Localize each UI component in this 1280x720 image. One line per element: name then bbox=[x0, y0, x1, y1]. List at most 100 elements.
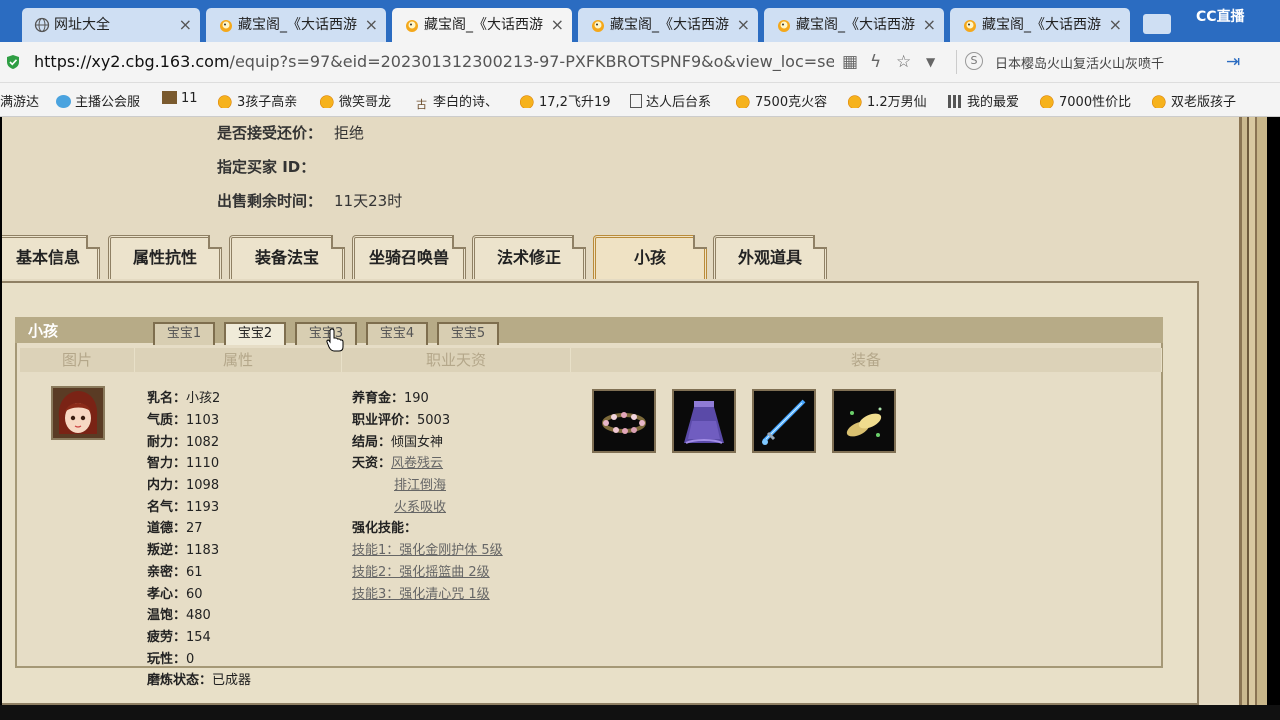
browser-tab-5[interactable]: 藏宝阁_《大话西游 × bbox=[764, 8, 944, 42]
bookmark-item[interactable]: 17,2飞升19 bbox=[520, 91, 611, 110]
attr-row: 内力：1098 bbox=[147, 474, 219, 493]
bookmark-item[interactable]: 达人后台系 bbox=[630, 91, 711, 110]
tab-title: 藏宝阁_《大话西游 bbox=[424, 17, 543, 33]
attr-key: 磨炼状态： bbox=[147, 673, 213, 688]
url-field[interactable]: https://xy2.cbg.163.com/equip?s=97&eid=2… bbox=[34, 52, 834, 71]
bookmark-item[interactable]: 7500克火容 bbox=[736, 91, 827, 110]
skill-link[interactable]: 技能1：强化金刚护体 5级 bbox=[352, 543, 503, 558]
skill-link[interactable]: 技能2：强化摇篮曲 2级 bbox=[352, 565, 490, 580]
cbg-chick-icon bbox=[964, 20, 976, 32]
attr-row: 智力：1110 bbox=[147, 452, 219, 471]
sub-tab-baby5[interactable]: 宝宝5 bbox=[437, 322, 499, 345]
counter-offer-row: 是否接受还价： 拒绝 bbox=[217, 122, 364, 143]
qr-code-icon[interactable]: ▦ bbox=[842, 52, 858, 72]
tab-mounts-pets[interactable]: 坐骑召唤兽 bbox=[352, 235, 466, 279]
cbg-chick-icon bbox=[848, 95, 863, 108]
bookmark-item[interactable]: 11 bbox=[162, 91, 198, 106]
cbg-chick-icon bbox=[778, 20, 790, 32]
search-box[interactable]: S 日本樱岛火山复活火山灰喷千 bbox=[956, 50, 1207, 74]
talent-link[interactable]: 风卷残云 bbox=[391, 456, 443, 471]
tab-close-icon[interactable]: × bbox=[923, 8, 936, 42]
attr-key: 气质： bbox=[147, 413, 187, 428]
equip-slot-flower-wreath[interactable] bbox=[592, 389, 656, 453]
tab-basic-info[interactable]: 基本信息 bbox=[2, 235, 100, 279]
bookmark-item[interactable]: 满游达 bbox=[0, 91, 39, 110]
flower-wreath-icon bbox=[602, 412, 646, 434]
bookmark-item[interactable]: 1.2万男仙 bbox=[848, 91, 927, 110]
shield-check-icon bbox=[7, 55, 19, 69]
attr-value: 0 bbox=[186, 652, 195, 667]
bottom-frame bbox=[0, 705, 1280, 720]
tab-close-icon[interactable]: × bbox=[365, 8, 378, 42]
tab-spell-mods[interactable]: 法术修正 bbox=[472, 235, 586, 279]
browser-tab-1[interactable]: 网址大全 × bbox=[22, 8, 200, 42]
tab-child[interactable]: 小孩 bbox=[593, 235, 707, 279]
chevron-down-icon[interactable]: ▼ bbox=[926, 55, 935, 69]
attr-value: 1082 bbox=[186, 435, 220, 450]
bookmark-item[interactable]: 3孩子高亲 bbox=[218, 91, 297, 110]
buyer-id-label: 指定买家 ID： bbox=[217, 158, 316, 176]
attr-key: 智力： bbox=[147, 456, 187, 471]
browser-tab-4[interactable]: 藏宝阁_《大话西游 × bbox=[578, 8, 758, 42]
tab-equipment[interactable]: 装备法宝 bbox=[229, 235, 345, 279]
bookmark-item[interactable]: 7000性价比 bbox=[1040, 91, 1131, 110]
tab-close-icon[interactable]: × bbox=[551, 8, 564, 42]
sub-tab-baby4[interactable]: 宝宝4 bbox=[366, 322, 428, 345]
attr-value: 1183 bbox=[186, 543, 220, 558]
tab-close-icon[interactable]: × bbox=[1109, 8, 1122, 42]
bookmark-item[interactable]: 主播公会服 bbox=[56, 91, 140, 110]
attr-row: 乳名：小孩2 bbox=[147, 387, 220, 406]
talent-link[interactable]: 火系吸收 bbox=[394, 500, 446, 515]
browser-tab-3-active[interactable]: 藏宝阁_《大话西游 × bbox=[392, 8, 572, 42]
tab-close-icon[interactable]: × bbox=[737, 8, 750, 42]
cbg-chick-icon bbox=[406, 20, 418, 32]
character-icon: 古 bbox=[416, 98, 427, 111]
exit-icon[interactable]: ⇥ bbox=[1226, 52, 1240, 72]
tab-attributes[interactable]: 属性抗性 bbox=[108, 235, 222, 279]
bookmark-label: 双老版孩子 bbox=[1171, 95, 1237, 110]
bookmark-item[interactable]: 我的最爱 bbox=[948, 91, 1019, 110]
attr-key: 疲劳： bbox=[147, 630, 187, 645]
skill-link[interactable]: 技能3：强化清心咒 1级 bbox=[352, 587, 490, 602]
attr-key: 道德： bbox=[147, 521, 187, 536]
browser-tab-2[interactable]: 藏宝阁_《大话西游 × bbox=[206, 8, 386, 42]
address-bar: https://xy2.cbg.163.com/equip?s=97&eid=2… bbox=[0, 42, 1280, 83]
attr-key: 亲密： bbox=[147, 565, 187, 580]
bookmark-item[interactable]: 微笑哥龙 bbox=[320, 91, 391, 110]
star-icon[interactable]: ☆ bbox=[896, 52, 911, 72]
bookmark-label: 李白的诗、 bbox=[433, 95, 499, 110]
bookmark-label: 主播公会服 bbox=[75, 95, 141, 110]
bookmark-item[interactable]: 古李白的诗、 bbox=[414, 91, 498, 111]
browser-tab-6[interactable]: 藏宝阁_《大话西游 × bbox=[950, 8, 1130, 42]
attr-row: 气质：1103 bbox=[147, 409, 219, 428]
bird-icon bbox=[56, 95, 71, 108]
bookmark-label: 满游达 bbox=[0, 95, 40, 110]
url-domain: https://xy2.cbg.163.com bbox=[34, 52, 230, 71]
cbg-chick-icon bbox=[520, 95, 535, 108]
talent-link[interactable]: 排江倒海 bbox=[394, 478, 446, 493]
tab-appearance[interactable]: 外观道具 bbox=[713, 235, 827, 279]
bookmark-label: 我的最爱 bbox=[967, 95, 1020, 110]
child-avatar[interactable] bbox=[51, 386, 105, 440]
logo-text: CC bbox=[1196, 9, 1217, 25]
skill-row: 技能1：强化金刚护体 5级 bbox=[352, 539, 503, 558]
equip-slot-skirt[interactable] bbox=[672, 389, 736, 453]
new-tab-button[interactable] bbox=[1143, 14, 1171, 34]
sub-tab-baby2[interactable]: 宝宝2 bbox=[224, 322, 286, 345]
bookmark-item[interactable]: 双老版孩子 bbox=[1152, 91, 1236, 110]
bookmark-label: 1.2万男仙 bbox=[867, 95, 927, 110]
screen: 网址大全 × 藏宝阁_《大话西游 × 藏宝阁_《大话西游 × 藏宝阁_《大话西游… bbox=[0, 0, 1280, 720]
attr-row: 孝心：60 bbox=[147, 583, 203, 602]
talent-label: 天资： bbox=[352, 456, 392, 471]
bookmarks-bar: 满游达 主播公会服 11 3孩子高亲 微笑哥龙 古李白的诗、 17,2飞升19 … bbox=[0, 83, 1280, 117]
equip-slot-sword[interactable] bbox=[752, 389, 816, 453]
attr-key: 乳名： bbox=[147, 391, 187, 406]
tab-close-icon[interactable]: × bbox=[179, 8, 192, 42]
sub-tab-baby1[interactable]: 宝宝1 bbox=[153, 322, 215, 345]
cbg-chick-icon bbox=[320, 95, 335, 108]
equip-slot-shoes[interactable] bbox=[832, 389, 896, 453]
attr-value: 27 bbox=[186, 521, 203, 536]
skirt-icon bbox=[684, 401, 724, 444]
lightning-icon[interactable]: ϟ bbox=[870, 52, 881, 72]
attr-row: 叛逆：1183 bbox=[147, 539, 219, 558]
